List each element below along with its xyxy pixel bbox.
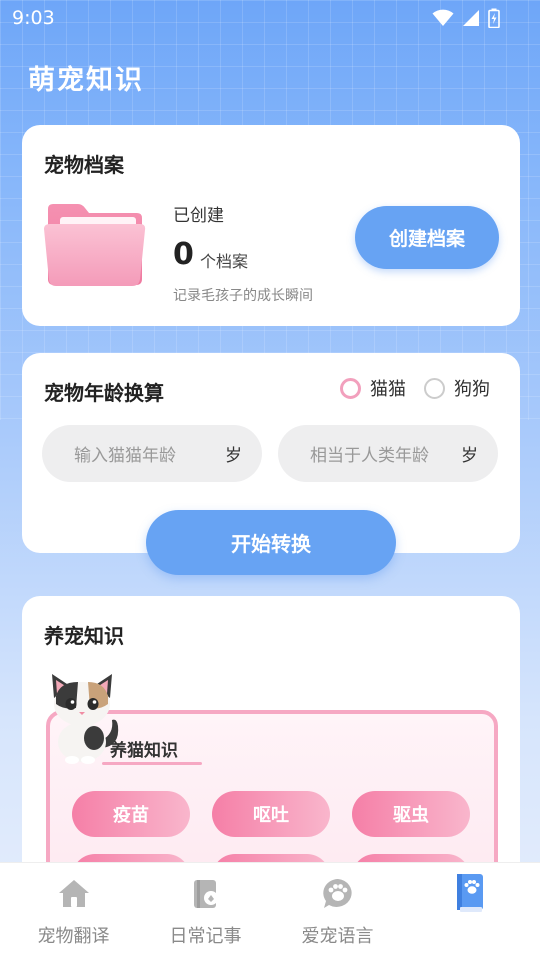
pet-type-radio-group: 猫猫 狗狗 — [340, 375, 508, 401]
human-age-unit: 岁 — [461, 446, 478, 466]
cat-knowledge-label: 养猫知识 — [110, 741, 178, 761]
profile-count: 0 — [173, 237, 194, 272]
nav-item-daily-notes[interactable]: 日常记事 — [138, 863, 273, 960]
tag-vaccine[interactable]: 疫苗 — [72, 791, 190, 837]
pet-age-unit: 岁 — [225, 446, 242, 466]
status-icons — [432, 8, 500, 28]
radio-dog-dot[interactable] — [424, 377, 445, 399]
profile-card-title: 宠物档案 — [44, 153, 124, 177]
nav-item-pet-translate[interactable]: 宠物翻译 — [6, 863, 141, 960]
profile-description: 记录毛孩子的成长瞬间 — [173, 288, 313, 304]
status-time: 9:03 — [12, 7, 55, 29]
age-card-title: 宠物年龄换算 — [44, 381, 164, 405]
pet-knowledge-card: 养宠知识 养猫知识 疫苗 呕吐 驱虫 — [22, 596, 520, 910]
pet-age-input[interactable]: 输入猫猫年龄 岁 — [42, 425, 262, 482]
knowledge-card-title: 养宠知识 — [44, 624, 124, 648]
battery-icon — [488, 8, 500, 28]
tag-deworm[interactable]: 驱虫 — [352, 791, 470, 837]
human-age-output[interactable]: 相当于人类年龄 岁 — [278, 425, 498, 482]
create-profile-button[interactable]: 创建档案 — [355, 206, 499, 269]
radio-dog-label[interactable]: 狗狗 — [454, 375, 490, 401]
cat-knowledge-underline — [102, 762, 202, 765]
page-title: 萌宠知识 — [28, 65, 144, 96]
pet-profile-card: 宠物档案 已创建 0 个档案 记录毛孩子的成长瞬间 创建档案 — [22, 125, 520, 326]
paw-chat-icon[interactable] — [321, 877, 355, 911]
paw-book-icon[interactable] — [455, 873, 485, 913]
radio-cat[interactable]: 猫猫 — [340, 375, 406, 401]
nav-label-pet-language[interactable]: 爱宠语言 — [270, 922, 405, 948]
radio-cat-label[interactable]: 猫猫 — [370, 375, 406, 401]
nav-label-pet-translate[interactable]: 宠物翻译 — [6, 922, 141, 948]
created-label: 已创建 — [173, 206, 224, 226]
signal-icon — [463, 10, 479, 26]
radio-dog[interactable]: 狗狗 — [424, 375, 490, 401]
radio-cat-dot[interactable] — [340, 377, 361, 399]
bottom-navigation: 宠物翻译 日常记事 爱宠语言 — [0, 862, 540, 960]
wifi-icon — [432, 9, 454, 26]
pet-age-placeholder[interactable]: 输入猫猫年龄 — [74, 441, 225, 466]
nav-item-pet-knowledge[interactable] — [402, 863, 537, 960]
nav-item-pet-language[interactable]: 爱宠语言 — [270, 863, 405, 960]
folder-icon — [44, 204, 146, 286]
home-icon[interactable] — [57, 877, 91, 911]
human-age-placeholder[interactable]: 相当于人类年龄 — [310, 441, 461, 466]
notebook-icon[interactable] — [189, 877, 223, 911]
status-bar: 9:03 — [0, 0, 540, 36]
nav-label-daily-notes[interactable]: 日常记事 — [138, 922, 273, 948]
tag-vomit[interactable]: 呕吐 — [212, 791, 330, 837]
profile-count-unit: 个档案 — [200, 252, 249, 271]
start-convert-button[interactable]: 开始转换 — [146, 510, 396, 575]
